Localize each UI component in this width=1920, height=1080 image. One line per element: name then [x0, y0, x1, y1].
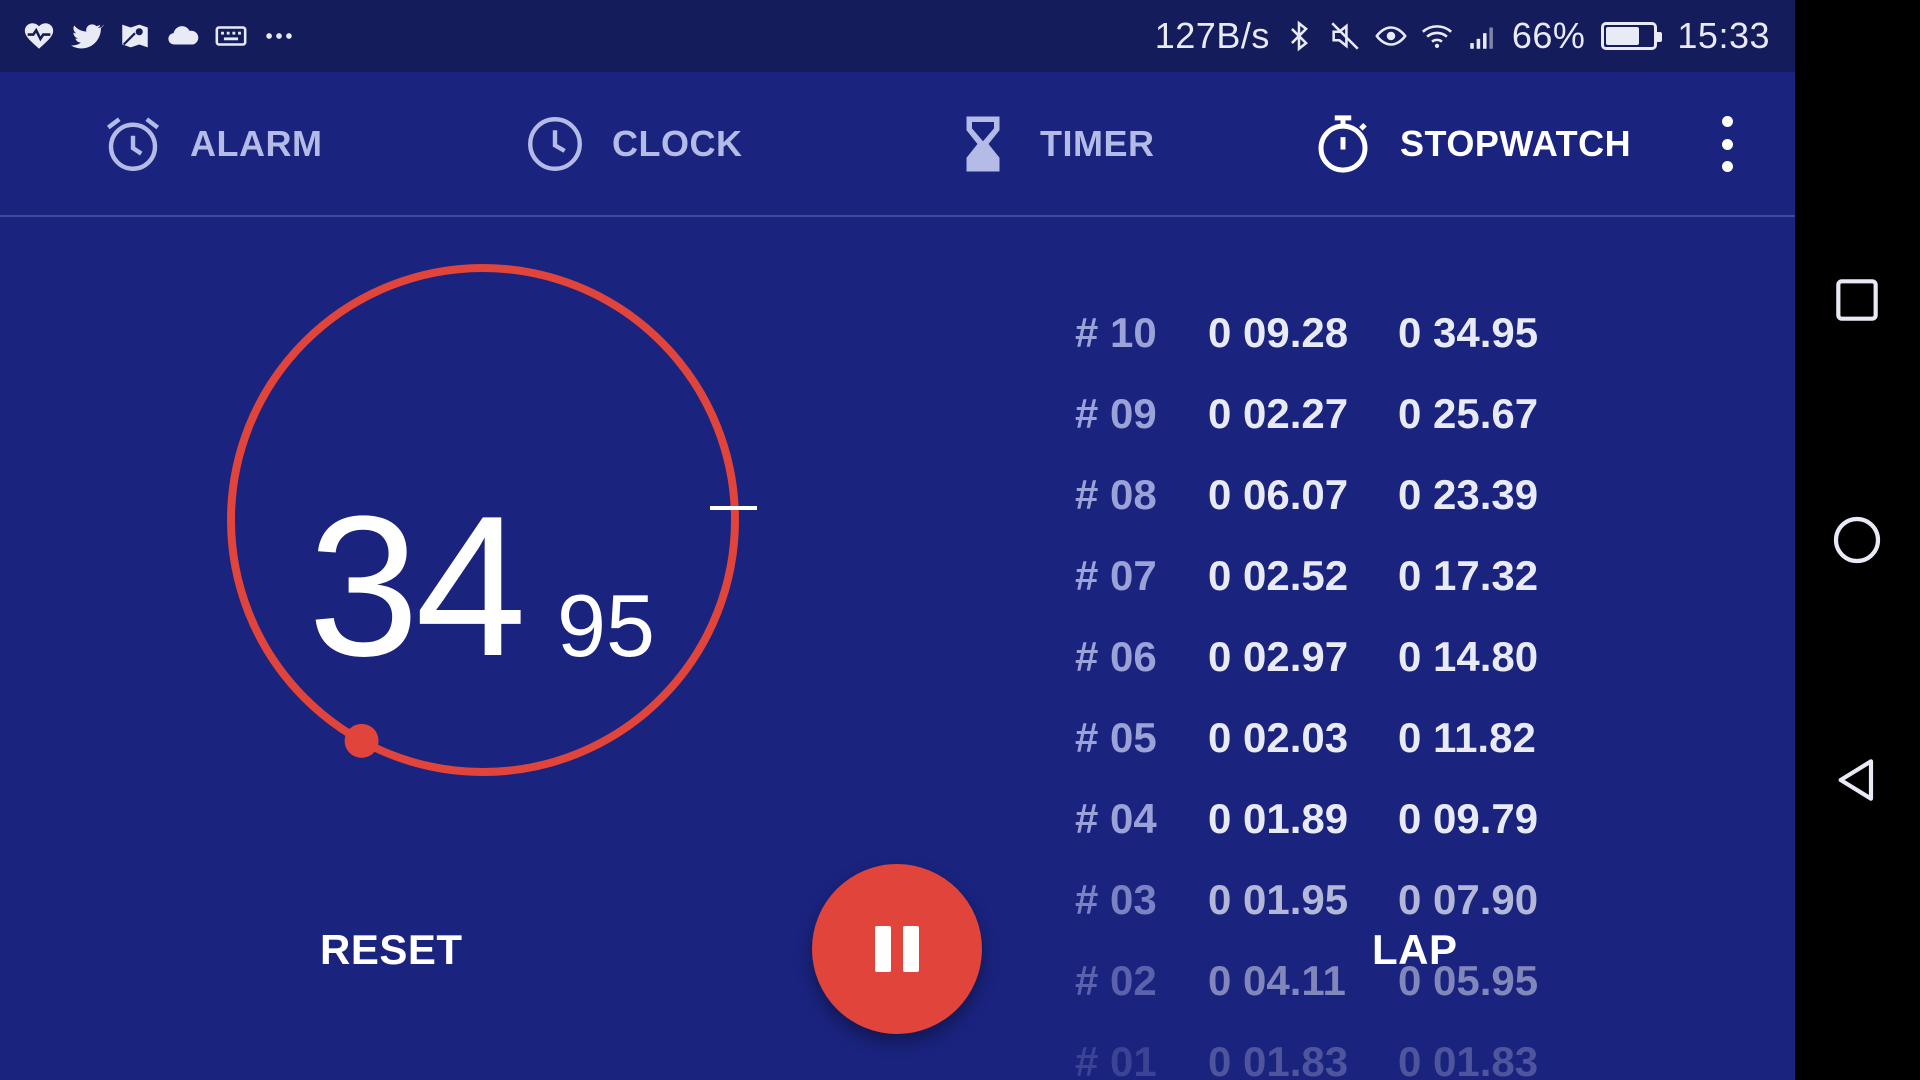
hourglass-icon: [966, 116, 1000, 171]
status-bar: 127B/s 66% 15:33: [0, 0, 1920, 72]
lap-number: # 10: [1075, 309, 1157, 356]
lap-split-time: 0 09.28: [1208, 309, 1349, 356]
lap-total-time: 0 25.67: [1398, 390, 1539, 437]
lap-total-time: 0 14.80: [1398, 633, 1539, 680]
wifi-icon: [1420, 19, 1454, 53]
lap-row: # 09 0 02.27 0 25.67: [1075, 390, 1575, 450]
home-button[interactable]: [1825, 508, 1889, 572]
tab-stopwatch[interactable]: STOPWATCH: [1310, 72, 1631, 215]
overflow-dot: [1721, 161, 1733, 172]
dial-progress-marker: [344, 723, 379, 758]
reset-button[interactable]: RESET: [320, 926, 463, 974]
lap-number: # 03: [1075, 876, 1157, 923]
lap-split-time: 0 02.27: [1208, 390, 1349, 437]
clock-time: 15:33: [1677, 15, 1770, 56]
eye-comfort-icon: [1374, 19, 1408, 53]
lap-split-time: 0 02.03: [1208, 714, 1349, 761]
tab-timer[interactable]: TIMER: [950, 72, 1155, 215]
muted-icon: [1328, 19, 1362, 53]
lap-total-time: 0 23.39: [1398, 471, 1539, 518]
network-speed: 127B/s: [1154, 15, 1270, 56]
lap-total-time: 0 17.32: [1398, 552, 1539, 599]
lap-split-time: 0 01.95: [1208, 876, 1349, 923]
battery-percent: 66%: [1511, 15, 1586, 56]
navigation-bar: [1795, 0, 1920, 1080]
lap-split-time: 0 01.83: [1208, 1038, 1349, 1077]
battery-level: [1606, 27, 1640, 45]
lap-button[interactable]: LAP: [1372, 926, 1458, 974]
lap-row: # 02 0 04.11 0 05.95: [1075, 957, 1575, 1017]
lap-total-time: 0 07.90: [1398, 876, 1539, 923]
lap-row: # 08 0 06.07 0 23.39: [1075, 471, 1575, 531]
recents-button[interactable]: [1825, 268, 1889, 332]
pause-icon: [875, 926, 891, 972]
system-status: 127B/s 66% 15:33: [1155, 0, 1770, 72]
tab-timer-label: TIMER: [1040, 122, 1155, 164]
lap-split-time: 0 04.11: [1208, 957, 1346, 1004]
notification-icons: [22, 0, 296, 72]
more-dots-icon: [262, 19, 296, 53]
laps-list[interactable]: # 10 0 09.28 0 34.95 # 09 0 02.27 0 25.67 # 08…: [1075, 217, 1575, 1077]
lap-split-time: 0 06.07: [1208, 471, 1349, 518]
battery-icon: [1601, 22, 1663, 50]
lap-split-time: 0 01.89: [1208, 795, 1349, 842]
lap-split-time: 0 02.97: [1208, 633, 1349, 680]
maps-icon: [118, 19, 152, 53]
lap-row: # 04 0 01.89 0 09.79: [1075, 795, 1575, 855]
elapsed-hundredths: 95: [557, 576, 655, 675]
cloud-icon: [166, 19, 200, 53]
lap-row: # 05 0 02.03 0 11.82: [1075, 714, 1575, 774]
square-icon: [1836, 279, 1878, 321]
lap-number: # 05: [1075, 714, 1157, 761]
lap-row: # 01 0 01.83 0 01.83: [1075, 1038, 1575, 1077]
lap-split-time: 0 02.52: [1208, 552, 1349, 599]
twitter-icon: [70, 19, 104, 53]
lap-row: # 03 0 01.95 0 07.90: [1075, 876, 1575, 936]
lap-number: # 06: [1075, 633, 1157, 680]
heart-pulse-icon: [22, 19, 56, 53]
tab-stopwatch-label: STOPWATCH: [1400, 122, 1632, 164]
alarm-icon: [106, 116, 160, 171]
lap-row: # 10 0 09.28 0 34.95: [1075, 309, 1575, 369]
tab-alarm[interactable]: ALARM: [100, 72, 322, 215]
clock-app: ALARM CLOCK TIMER STOPWATCH 34 95 # 10 0 …: [0, 72, 1795, 1080]
bluetooth-icon: [1282, 19, 1316, 53]
overflow-menu-button[interactable]: [1712, 116, 1742, 172]
circle-icon: [1833, 516, 1881, 564]
lap-number: # 07: [1075, 552, 1157, 599]
lap-row: # 07 0 02.52 0 17.32: [1075, 552, 1575, 612]
lap-number: # 08: [1075, 471, 1157, 518]
lap-total-time: 0 09.79: [1398, 795, 1539, 842]
keyboard-icon: [214, 19, 248, 53]
lap-total-time: 0 34.95: [1398, 309, 1539, 356]
lap-number: # 01: [1075, 1038, 1157, 1077]
signal-icon: [1466, 19, 1500, 53]
lap-total-time: 0 11.82: [1398, 714, 1536, 761]
lap-number: # 02: [1075, 957, 1157, 1004]
clock-icon: [528, 116, 582, 171]
lap-total-time: 0 01.83: [1398, 1038, 1539, 1077]
lap-number: # 09: [1075, 390, 1157, 437]
tab-clock-label: CLOCK: [612, 122, 743, 164]
pause-icon: [903, 926, 919, 972]
pause-button[interactable]: [812, 864, 982, 1034]
elapsed-seconds: 34: [308, 475, 526, 698]
overflow-dot: [1721, 116, 1733, 127]
lap-number: # 04: [1075, 795, 1157, 842]
back-button[interactable]: [1825, 748, 1889, 812]
stopwatch-icon: [1318, 114, 1368, 173]
overflow-dot: [1721, 138, 1733, 150]
lap-row: # 06 0 02.97 0 14.80: [1075, 633, 1575, 693]
triangle-back-icon: [1838, 759, 1874, 801]
tab-clock[interactable]: CLOCK: [522, 72, 743, 215]
tab-alarm-label: ALARM: [190, 122, 323, 164]
tab-bar: ALARM CLOCK TIMER STOPWATCH: [0, 72, 1795, 217]
